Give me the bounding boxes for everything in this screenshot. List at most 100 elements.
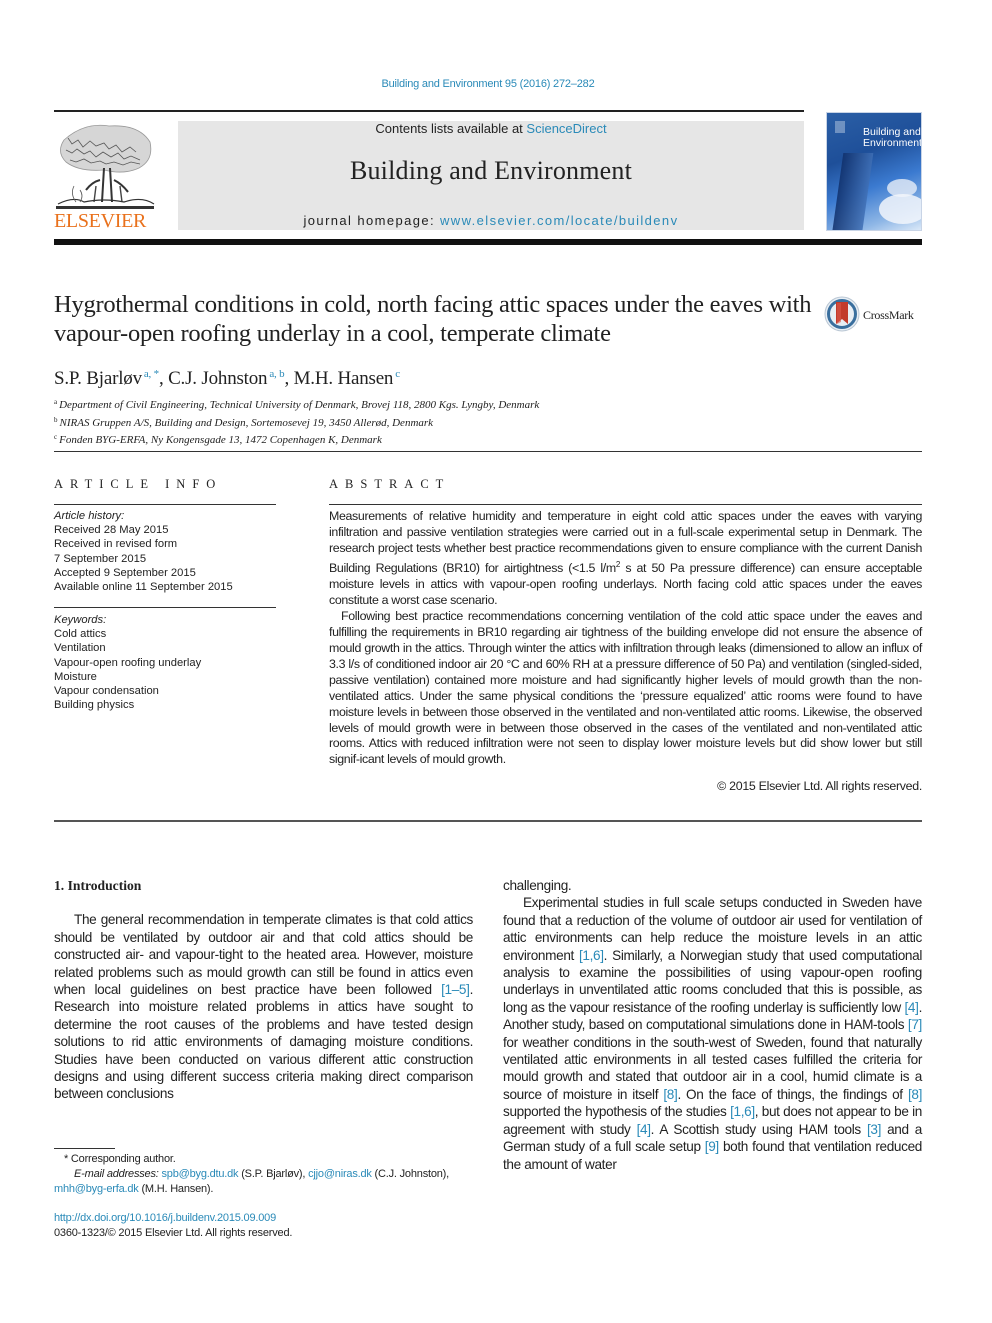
reference-link[interactable]: [8] <box>908 1087 922 1102</box>
history-item: 7 September 2015 <box>54 552 147 565</box>
section-divider <box>54 607 276 608</box>
author-name[interactable]: M.H. Hansen <box>294 368 394 389</box>
body-column-left: 1. Introduction The general recommendati… <box>54 877 473 1103</box>
keyword-item: Building physics <box>54 699 135 712</box>
reference-link[interactable]: [3] <box>867 1122 881 1137</box>
keyword-item: Vapour-open roofing underlay <box>54 656 202 669</box>
elsevier-logo[interactable]: ELSEVIER <box>54 120 156 232</box>
affiliation-text: Fonden BYG-ERFA, Ny Kongensgade 13, 1472… <box>59 434 382 446</box>
section-heading-introduction: 1. Introduction <box>54 878 142 893</box>
journal-cover-image[interactable]: Building and Environment <box>826 112 922 231</box>
sciencedirect-link[interactable]: ScienceDirect <box>526 121 606 136</box>
affiliation-text: NIRAS Gruppen A/S, Building and Design, … <box>59 416 434 429</box>
email-link[interactable]: mhh@byg-erfa.dk <box>54 1183 139 1195</box>
author-affiliation-marker[interactable]: a, * <box>144 368 159 380</box>
author-affiliation-marker[interactable]: a, b <box>269 368 284 380</box>
contents-line: Contents lists available at ScienceDirec… <box>178 121 804 137</box>
reference-link[interactable]: [4] <box>904 1000 918 1015</box>
author-separator: , <box>284 368 294 389</box>
section-divider <box>54 451 922 452</box>
reference-link[interactable]: [1,6] <box>579 948 604 963</box>
article-title: Hygrothermal conditions in cold, north f… <box>54 291 812 347</box>
elsevier-tree-icon <box>56 124 155 209</box>
email-link[interactable]: cjjo@niras.dk <box>308 1168 372 1180</box>
author-separator: , <box>158 368 169 389</box>
author-list: S.P. Bjarløv a, *, C.J. Johnston a, b, M.H… <box>54 362 400 391</box>
body-paragraph: Experimental studies in full scale setup… <box>503 894 922 1173</box>
body-text: . On the face of things, the findings of <box>677 1086 908 1102</box>
header-bottom-rule <box>54 239 922 245</box>
affiliation-key: c <box>54 433 58 441</box>
elsevier-wordmark: ELSEVIER <box>54 210 147 232</box>
homepage-prefix: journal homepage: <box>303 213 441 228</box>
cover-building-graphic <box>830 153 874 230</box>
body-text: supported the hypothesis of the studies <box>503 1104 731 1120</box>
author-name[interactable]: S.P. Bjarløv <box>54 368 142 389</box>
abstract-paragraph: Measurements of relative humidity and te… <box>329 509 922 609</box>
header-top-rule <box>54 110 804 112</box>
author-name[interactable]: C.J. Johnston <box>168 368 267 389</box>
reference-link[interactable]: [9] <box>705 1139 719 1154</box>
corresponding-author-note: * Corresponding author. <box>64 1153 176 1165</box>
journal-citation-link[interactable]: Building and Environment 95 (2016) 272–2… <box>0 78 976 90</box>
abstract-heading: ABSTRACT <box>329 477 451 491</box>
affiliation-key: a <box>54 398 58 406</box>
email-owner: (M.H. Hansen). <box>138 1183 214 1195</box>
body-paragraph: The general recommendation in temperate … <box>54 911 473 1102</box>
affiliation-item: b NIRAS Gruppen A/S, Building and Design,… <box>54 413 539 431</box>
affiliation-text: Department of Civil Engineering, Technic… <box>59 399 540 411</box>
keyword-list: Keywords: Cold attics Ventilation Vapour… <box>54 613 201 712</box>
reference-link[interactable]: [1–5] <box>441 982 470 997</box>
journal-homepage-link[interactable]: www.elsevier.com/locate/buildenv <box>440 213 678 228</box>
keyword-item: Moisture <box>54 670 97 683</box>
affiliation-item: c Fonden BYG-ERFA, Ny Kongensgade 13, 147… <box>54 430 539 448</box>
doi-block: http://dx.doi.org/10.1016/j.buildenv.201… <box>54 1211 292 1241</box>
article-info-heading: ARTICLE INFO <box>54 477 223 491</box>
abstract-body: Measurements of relative humidity and te… <box>329 509 922 768</box>
affiliation-item: a Department of Civil Engineering, Techni… <box>54 395 539 413</box>
crossmark-icon <box>824 296 860 332</box>
journal-title: Building and Environment <box>349 156 633 185</box>
author-affiliation-marker[interactable]: c <box>395 368 400 380</box>
journal-banner: Contents lists available at ScienceDirec… <box>178 121 804 230</box>
crossmark-button[interactable]: CrossMark <box>824 296 924 334</box>
history-item: Accepted 9 September 2015 <box>54 566 196 579</box>
email-owner: (S.P. Bjarløv), <box>238 1168 309 1180</box>
abstract-paragraph: Following best practice recommendations … <box>329 608 922 767</box>
cover-publisher-icon <box>835 121 845 133</box>
body-paragraph: challenging. <box>503 878 572 893</box>
doi-link[interactable]: http://dx.doi.org/10.1016/j.buildenv.201… <box>54 1211 292 1226</box>
affiliation-key: b <box>54 415 58 424</box>
reference-link[interactable]: [1,6] <box>730 1104 755 1119</box>
footnote-divider <box>54 1148 115 1149</box>
keyword-item: Cold attics <box>54 628 107 641</box>
crossmark-label: CrossMark <box>863 308 914 322</box>
contents-prefix: Contents lists available at <box>375 121 527 136</box>
reference-link[interactable]: [4] <box>637 1122 651 1137</box>
reference-link[interactable]: [7] <box>908 1017 922 1032</box>
cover-cloud-graphic <box>879 194 921 224</box>
keywords-heading: Keywords: <box>54 614 107 626</box>
section-divider <box>54 504 276 505</box>
body-text: The general recommendation in temperate … <box>54 912 473 998</box>
body-text: . A Scottish study using HAM tools <box>650 1121 867 1137</box>
email-link[interactable]: spb@byg.dtu.dk <box>162 1168 239 1180</box>
issn-copyright: 0360-1323/© 2015 Elsevier Ltd. All right… <box>54 1227 293 1239</box>
keyword-item: Vapour condensation <box>54 685 159 698</box>
history-heading: Article history: <box>54 510 125 522</box>
email-label: E-mail addresses: <box>74 1168 162 1180</box>
email-addresses: E-mail addresses: spb@byg.dtu.dk (S.P. B… <box>54 1167 473 1182</box>
homepage-line: journal homepage: www.elsevier.com/locat… <box>178 213 804 229</box>
reference-link[interactable]: [8] <box>663 1087 677 1102</box>
history-item: Received 28 May 2015 <box>54 524 169 537</box>
email-addresses-cont: mhh@byg-erfa.dk (M.H. Hansen). <box>54 1182 473 1197</box>
abstract-copyright: © 2015 Elsevier Ltd. All rights reserved… <box>717 779 922 793</box>
section-divider <box>54 820 922 822</box>
affiliation-list: a Department of Civil Engineering, Techni… <box>54 395 539 448</box>
history-item: Available online 11 September 2015 <box>54 581 233 594</box>
footnotes: * Corresponding author. E-mail addresses… <box>54 1152 473 1197</box>
cover-title-line: Environment <box>863 137 922 149</box>
body-column-right: challenging. Experimental studies in ful… <box>503 877 922 1173</box>
email-owner: (C.J. Johnston), <box>371 1168 450 1180</box>
section-divider <box>329 504 922 505</box>
